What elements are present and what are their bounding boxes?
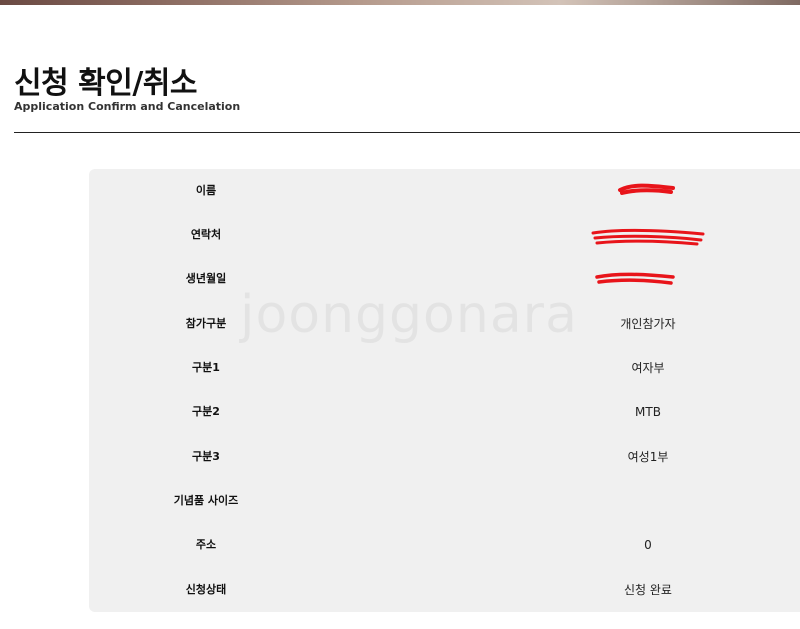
field-value-category2: MTB xyxy=(635,405,661,419)
field-row-name: 이름 xyxy=(89,169,800,213)
field-value-name xyxy=(523,169,773,213)
field-value-status: 신청 완료 xyxy=(624,583,672,597)
watermark: joonggonara xyxy=(240,285,578,345)
field-value-souvenir-size xyxy=(523,479,773,523)
field-label-phone: 연락처 xyxy=(190,228,222,241)
application-info-panel: 이름 연락처 생년월일 참가구분 개인참가자 구분1 여자부 구분2 MTB 구… xyxy=(89,169,800,612)
field-label-souvenir-size: 기념품 사이즈 xyxy=(173,494,239,507)
page-subtitle: Application Confirm and Cancelation xyxy=(14,100,241,113)
field-row-phone: 연락처 xyxy=(89,213,800,257)
field-row-address: 주소 0 xyxy=(89,523,800,567)
field-label-category1: 구분1 xyxy=(192,361,220,374)
field-row-category1: 구분1 여자부 xyxy=(89,346,800,390)
page-title: 신청 확인/취소 xyxy=(14,66,198,101)
field-row-category2: 구분2 MTB xyxy=(89,390,800,434)
field-row-souvenir-size: 기념품 사이즈 xyxy=(89,479,800,523)
field-value-phone xyxy=(523,213,773,257)
field-label-address: 주소 xyxy=(195,538,217,551)
field-label-status: 신청상태 xyxy=(185,583,227,596)
field-value-category3: 여성1부 xyxy=(627,450,669,464)
field-label-category2: 구분2 xyxy=(192,405,220,418)
field-row-category3: 구분3 여성1부 xyxy=(89,435,800,479)
field-label-category3: 구분3 xyxy=(192,450,220,463)
field-value-address: 0 xyxy=(644,538,652,552)
field-label-name: 이름 xyxy=(195,184,217,197)
field-row-status: 신청상태 신청 완료 xyxy=(89,568,800,612)
title-divider xyxy=(14,132,800,133)
top-photo-strip xyxy=(0,0,800,5)
field-value-category1: 여자부 xyxy=(631,361,665,375)
